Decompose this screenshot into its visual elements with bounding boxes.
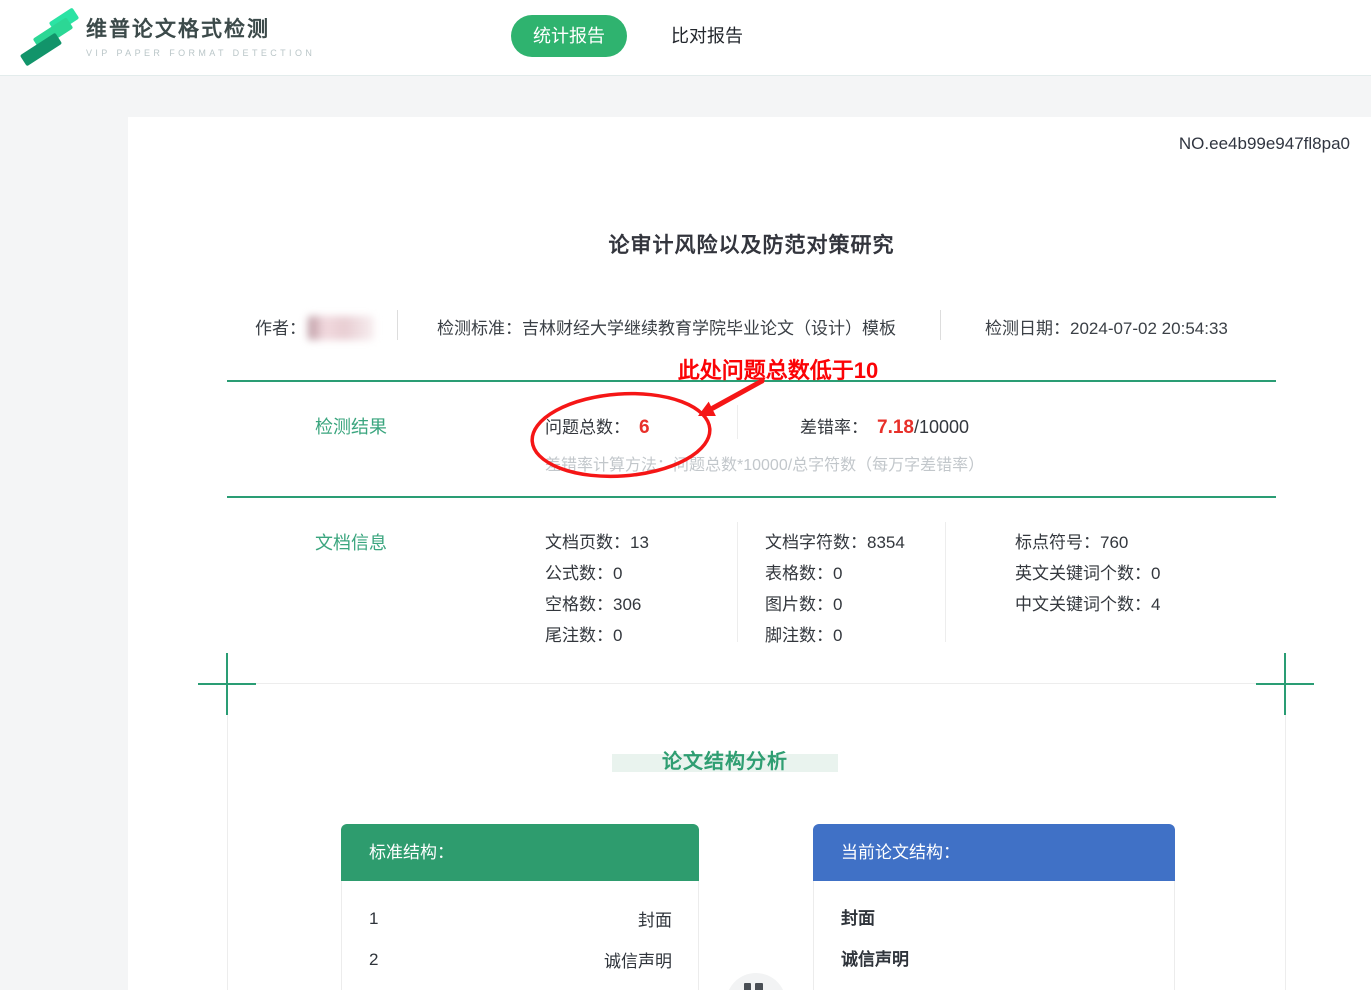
doc-stat: 文档字符数：8354 [765, 527, 905, 558]
standard-structure-header: 标准结构： [341, 824, 699, 881]
row-label: 诚信声明 [604, 947, 672, 972]
report-page: NO.ee4b99e947fl8pa0 论审计风险以及防范对策研究 作者： 检测… [128, 117, 1371, 990]
result-divider [737, 405, 738, 439]
meta-divider [397, 310, 398, 340]
list-item: 2 诚信声明 [342, 939, 698, 980]
tab-statistics-report[interactable]: 统计报告 [511, 15, 627, 57]
section-label-result: 检测结果 [315, 413, 387, 439]
standard-field: 检测标准：吉林财经大学继续教育学院毕业论文（设计）模板 [437, 314, 896, 339]
current-structure-card: 当前论文结构： 封面 诚信声明 [813, 824, 1175, 990]
error-rate: 差错率： 7.18/10000 [800, 413, 969, 439]
doc-info-column-2: 文档字符数：8354 表格数：0 图片数：0 脚注数：0 [765, 527, 905, 651]
date-label: 检测日期： [985, 319, 1070, 338]
red-annotation-text: 此处问题总数低于10 [648, 353, 908, 385]
standard-label: 检测标准： [437, 319, 522, 338]
error-rate-value: 7.18 [877, 417, 914, 438]
doc-stat: 空格数：306 [545, 589, 649, 620]
error-rate-method-note: 差错率计算方法：问题总数*10000/总字符数（每万字差错率） [545, 451, 984, 475]
report-number: NO.ee4b99e947fl8pa0 [1179, 134, 1350, 154]
badge-glyph [744, 983, 751, 990]
doc-stat: 中文关键词个数：4 [1015, 589, 1160, 620]
section-title-structure: 论文结构分析 [575, 745, 875, 774]
brand-title: 维普论文格式检测 [86, 13, 315, 43]
row-label: 封面 [638, 906, 672, 931]
current-structure-header: 当前论文结构： [813, 824, 1175, 881]
tab-comparison-report[interactable]: 比对报告 [671, 15, 743, 57]
issues-label: 问题总数： [545, 418, 630, 437]
date-value: 2024-07-02 20:54:33 [1070, 319, 1228, 338]
author-field: 作者： [255, 314, 374, 340]
doc-info-column-3: 标点符号：760 英文关键词个数：0 中文关键词个数：4 [1015, 527, 1160, 620]
row-index: 1 [369, 909, 378, 929]
brand-text: 维普论文格式检测 VIP PAPER FORMAT DETECTION [86, 13, 315, 58]
error-rate-suffix: /10000 [914, 417, 969, 437]
page-boundary-line [227, 683, 1286, 684]
app-header: 维普论文格式检测 VIP PAPER FORMAT DETECTION 统计报告… [0, 0, 1371, 76]
badge-glyph [755, 983, 763, 990]
author-label: 作者： [255, 319, 306, 338]
standard-value: 吉林财经大学继续教育学院毕业论文（设计）模板 [522, 319, 896, 338]
compare-badge [726, 973, 786, 990]
doc-stat: 图片数：0 [765, 589, 905, 620]
doc-stat: 表格数：0 [765, 558, 905, 589]
doc-stat: 尾注数：0 [545, 620, 649, 651]
meta-divider [940, 310, 941, 340]
doc-stat: 标点符号：760 [1015, 527, 1160, 558]
crop-mark-right-icon [1256, 683, 1314, 685]
section-rule [227, 496, 1276, 498]
doc-info-divider [737, 522, 738, 642]
row-index: 2 [369, 950, 378, 970]
error-rate-label: 差错率： [800, 418, 868, 437]
list-item: 封面 [814, 898, 1174, 939]
doc-stat: 文档页数：13 [545, 527, 649, 558]
author-name-redacted [308, 316, 374, 340]
issues-value: 6 [639, 417, 650, 438]
current-structure-body: 封面 诚信声明 [813, 881, 1175, 990]
page-edge-line [1285, 683, 1286, 990]
list-item: 1 封面 [342, 898, 698, 939]
report-meta-row: 作者： 检测标准：吉林财经大学继续教育学院毕业论文（设计）模板 检测日期：202… [227, 312, 1276, 340]
doc-info-column-1: 文档页数：13 公式数：0 空格数：306 尾注数：0 [545, 527, 649, 651]
doc-info-divider [945, 522, 946, 642]
standard-structure-body: 1 封面 2 诚信声明 [341, 881, 699, 990]
date-field: 检测日期：2024-07-02 20:54:33 [985, 314, 1228, 339]
brand-logo-icon [24, 10, 82, 66]
brand-subtitle: VIP PAPER FORMAT DETECTION [86, 48, 315, 58]
doc-stat: 公式数：0 [545, 558, 649, 589]
crop-mark-left-icon [198, 683, 256, 685]
page-edge-line [227, 683, 228, 990]
issues-total: 问题总数： 6 [545, 413, 650, 439]
doc-stat: 英文关键词个数：0 [1015, 558, 1160, 589]
standard-structure-card: 标准结构： 1 封面 2 诚信声明 [341, 824, 699, 990]
paper-title: 论审计风险以及防范对策研究 [227, 229, 1276, 259]
doc-stat: 脚注数：0 [765, 620, 905, 651]
section-label-doc-info: 文档信息 [315, 529, 387, 555]
list-item: 诚信声明 [814, 939, 1174, 980]
